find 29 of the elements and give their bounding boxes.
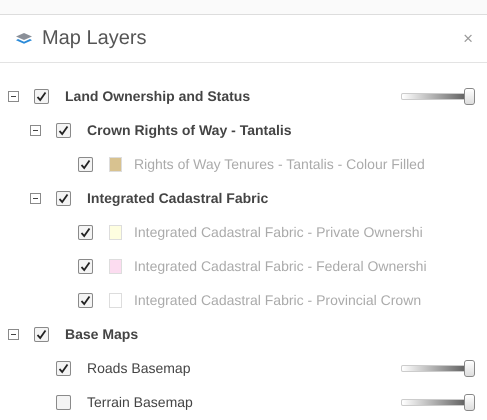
layer-label: Integrated Cadastral Fabric (87, 190, 268, 206)
layer-label: Integrated Cadastral Fabric - Provincial Crown (134, 292, 422, 308)
panel-title: Map Layers (42, 27, 148, 50)
checkbox[interactable] (34, 88, 49, 104)
collapse-icon[interactable] (8, 90, 19, 102)
collapse-icon[interactable] (30, 124, 41, 136)
layer-label: Land Ownership and Status (65, 88, 250, 104)
slider-thumb[interactable] (464, 394, 475, 410)
layer-label: Roads Basemap (87, 360, 191, 376)
checkbox[interactable] (56, 394, 71, 410)
checkbox[interactable] (56, 360, 71, 376)
checkbox[interactable] (56, 190, 71, 206)
layers-icon (16, 32, 32, 44)
opacity-slider[interactable] (401, 88, 475, 104)
slider-thumb[interactable] (464, 88, 475, 104)
close-button[interactable]: × (459, 28, 477, 48)
collapse-icon[interactable] (8, 328, 19, 340)
opacity-slider[interactable] (401, 360, 475, 376)
layer-label: Integrated Cadastral Fabric - Private Ownershi (134, 224, 423, 240)
checkbox[interactable] (56, 122, 71, 138)
slider-thumb[interactable] (464, 360, 475, 376)
layer-label: Integrated Cadastral Fabric - Federal Ownershi (134, 258, 427, 274)
checkbox[interactable] (34, 326, 49, 342)
opacity-slider[interactable] (401, 394, 475, 410)
layer-label: Crown Rights of Way - Tantalis (87, 122, 292, 138)
layer-label: Terrain Basemap (87, 394, 193, 410)
layer-label: Base Maps (65, 326, 138, 342)
layer-label: Rights of Way Tenures - Tantalis - Colour Filled (134, 156, 425, 172)
collapse-icon[interactable] (30, 192, 41, 204)
